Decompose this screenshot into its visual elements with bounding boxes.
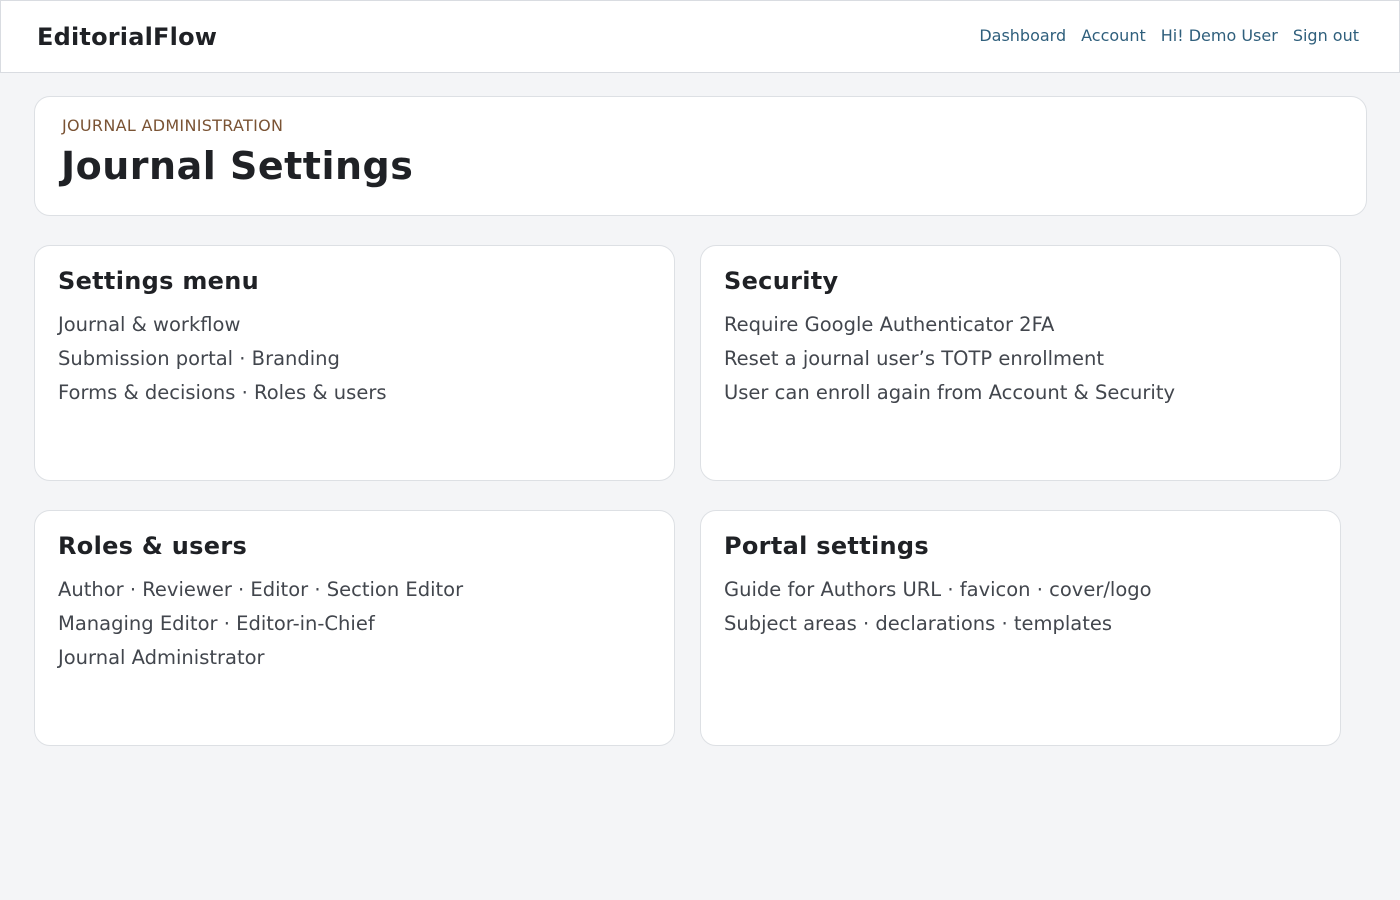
- list-item: Require Google Authenticator 2FA: [724, 313, 1055, 336]
- list-item: Subject areas · declarations · templates: [724, 612, 1113, 635]
- section-eyebrow: JOURNAL ADMINISTRATION: [62, 116, 284, 135]
- card-item-list: Journal & workflow Submission portal · B…: [58, 308, 387, 410]
- list-item: Journal & workflow: [58, 313, 241, 336]
- nav-account-link[interactable]: Account: [1081, 26, 1146, 45]
- list-item: Reset a journal user’s TOTP enrollment: [724, 347, 1105, 370]
- roles-users-card: Roles & users Author · Reviewer · Editor…: [34, 510, 675, 746]
- card-item-list: Author · Reviewer · Editor · Section Edi…: [58, 573, 463, 675]
- list-item: Managing Editor · Editor-in-Chief: [58, 612, 375, 635]
- top-navigation-bar: EditorialFlow Dashboard Account Hi! Demo…: [0, 0, 1400, 73]
- list-item: Author · Reviewer · Editor · Section Edi…: [58, 578, 464, 601]
- nav-user-greeting-link[interactable]: Hi! Demo User: [1161, 26, 1278, 45]
- security-card: Security Require Google Authenticator 2F…: [700, 245, 1341, 481]
- list-item: Forms & decisions · Roles & users: [58, 381, 387, 404]
- page-header-card: JOURNAL ADMINISTRATION Journal Settings: [34, 96, 1367, 216]
- brand-logo[interactable]: EditorialFlow: [37, 23, 217, 51]
- page-title: Journal Settings: [61, 144, 414, 188]
- card-item-list: Guide for Authors URL · favicon · cover/…: [724, 573, 1152, 641]
- list-item: Guide for Authors URL · favicon · cover/…: [724, 578, 1152, 601]
- list-item: Submission portal · Branding: [58, 347, 340, 370]
- list-item: User can enroll again from Account & Sec…: [724, 381, 1176, 404]
- settings-menu-card: Settings menu Journal & workflow Submiss…: [34, 245, 675, 481]
- card-title: Settings menu: [58, 267, 259, 295]
- nav-sign-out-link[interactable]: Sign out: [1293, 26, 1359, 45]
- nav-dashboard-link[interactable]: Dashboard: [979, 26, 1066, 45]
- card-title: Security: [724, 267, 839, 295]
- card-item-list: Require Google Authenticator 2FA Reset a…: [724, 308, 1175, 410]
- card-title: Roles & users: [58, 532, 248, 560]
- card-title: Portal settings: [724, 532, 929, 560]
- portal-settings-card: Portal settings Guide for Authors URL · …: [700, 510, 1341, 746]
- list-item: Journal Administrator: [58, 646, 265, 669]
- primary-nav: Dashboard Account Hi! Demo User Sign out: [979, 26, 1359, 45]
